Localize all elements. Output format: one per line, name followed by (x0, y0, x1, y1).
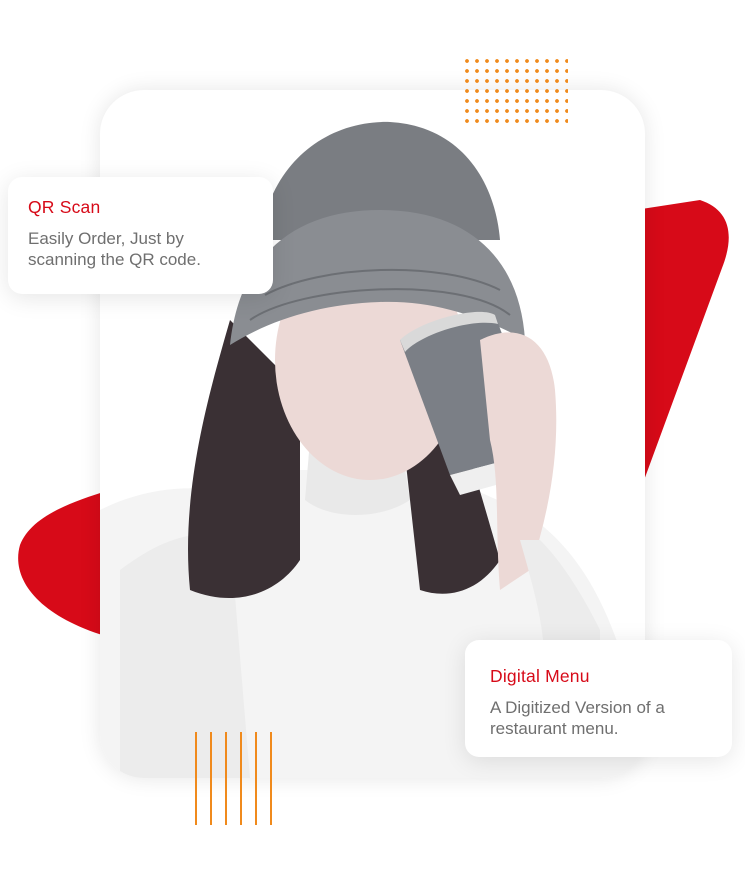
qr-scan-title: QR Scan (28, 197, 101, 217)
vertical-line (225, 732, 227, 825)
digital-menu-title: Digital Menu (490, 666, 590, 686)
vertical-line (255, 732, 257, 825)
hero-illustration: QR Scan Easily Order, Just by scanning t… (0, 0, 745, 870)
qr-scan-description: Easily Order, Just by scanning the QR co… (28, 229, 201, 269)
digital-menu-card: Digital Menu A Digitized Version of a re… (465, 640, 732, 757)
qr-scan-card: QR Scan Easily Order, Just by scanning t… (8, 177, 273, 294)
vertical-lines-decoration (195, 732, 275, 825)
vertical-line (270, 732, 272, 825)
vertical-line (210, 732, 212, 825)
vertical-line (195, 732, 197, 825)
vertical-line (240, 732, 242, 825)
digital-menu-description: A Digitized Version of a restaurant menu… (490, 698, 665, 738)
dot-grid-decoration (462, 56, 568, 126)
